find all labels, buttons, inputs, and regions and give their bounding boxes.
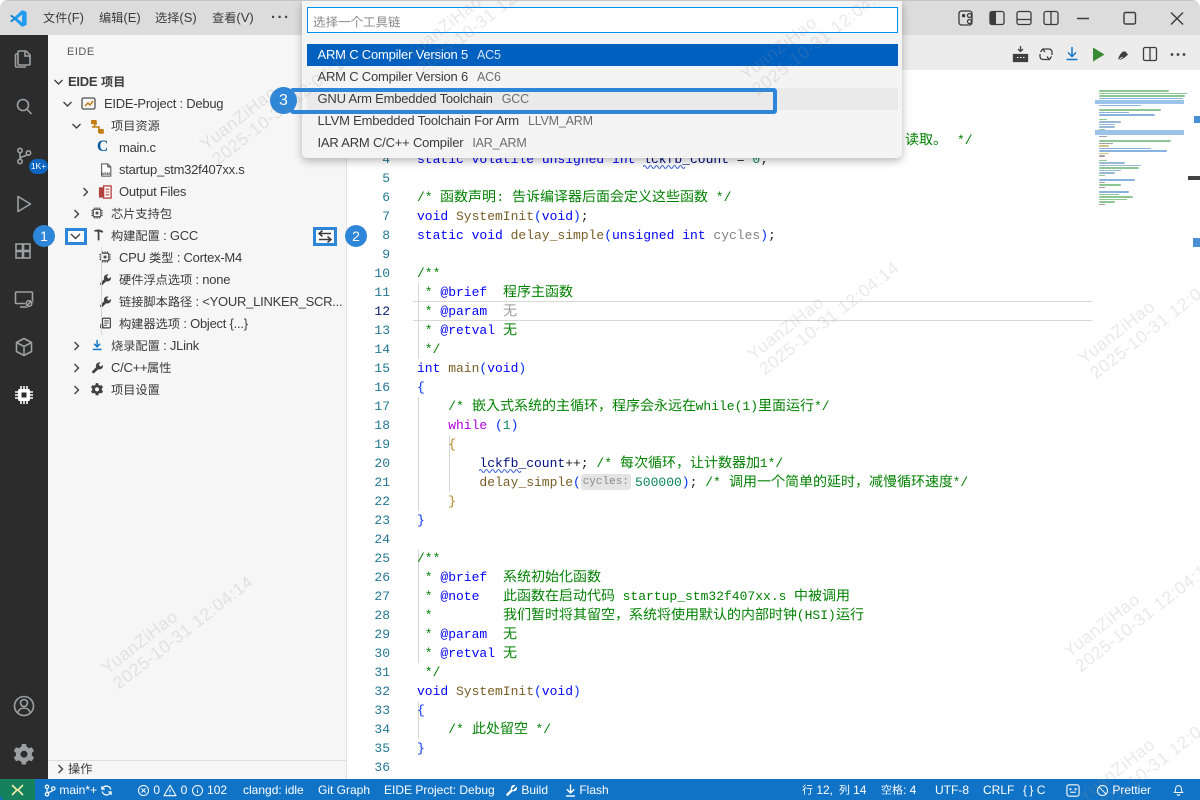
svg-text:ASM: ASM <box>101 171 110 176</box>
